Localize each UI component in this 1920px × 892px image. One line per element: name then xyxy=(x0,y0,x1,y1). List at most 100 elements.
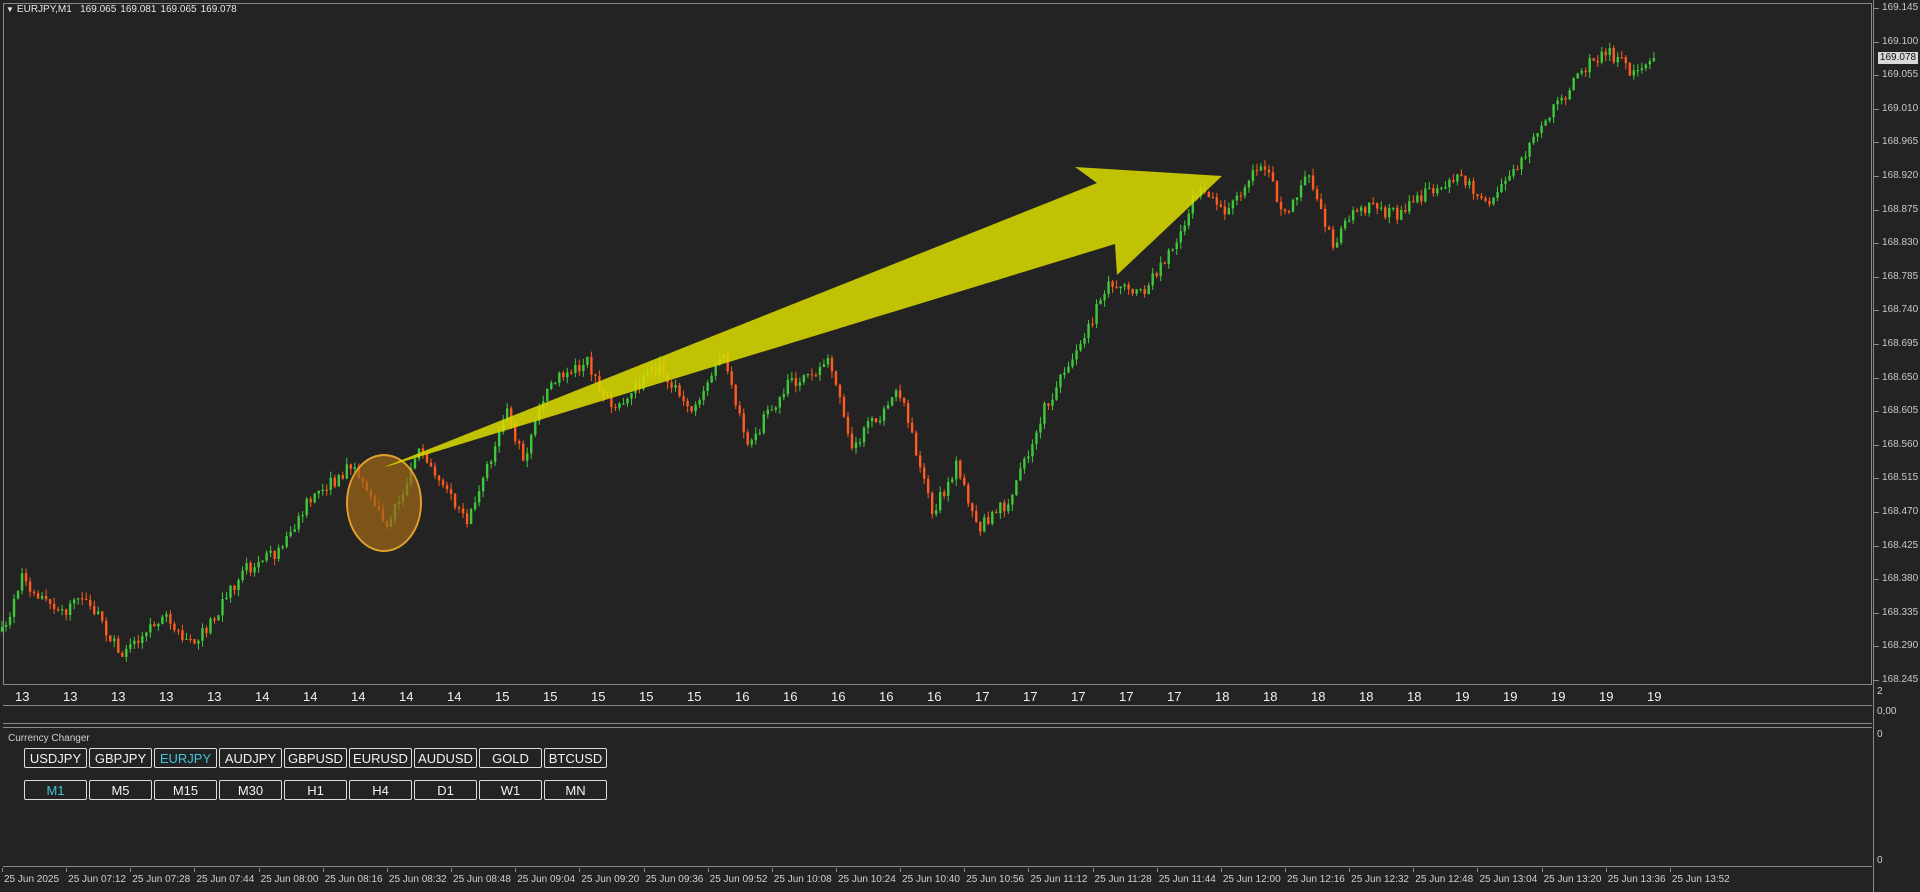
bull-candle xyxy=(225,597,228,600)
bull-candle xyxy=(1339,228,1343,243)
bear-candle xyxy=(1516,168,1519,171)
hour-strip: 13 13 13 13 13 14 14 14 14 14 15 15 15 15 15 16 16 16 16 16… xyxy=(3,686,1872,706)
bull-candle xyxy=(489,461,493,464)
timeframe-button-d1[interactable]: D1 xyxy=(414,780,477,800)
bear-candle xyxy=(1476,193,1479,197)
bull-candle xyxy=(1147,285,1150,294)
bull-candle xyxy=(870,418,874,422)
bull-candle xyxy=(698,400,701,405)
bull-candle xyxy=(321,489,324,492)
time-label: 25 Jun 08:00 xyxy=(260,874,319,885)
bull-candle xyxy=(133,640,136,645)
hour-label: 19 xyxy=(1551,689,1566,704)
hour-label: 16 xyxy=(831,689,846,704)
bear-candle xyxy=(181,630,184,640)
timeframe-button-h4[interactable]: H4 xyxy=(349,780,412,800)
price-chart[interactable] xyxy=(0,0,1873,686)
collapse-triangle-icon[interactable]: ▼ xyxy=(6,5,14,14)
time-label: 25 Jun 09:36 xyxy=(645,874,704,885)
symbol-name: EURJPY,M1 xyxy=(16,4,72,15)
timeframe-button-m15[interactable]: M15 xyxy=(154,780,217,800)
price-tick xyxy=(1874,579,1879,581)
currency-button-gbpjpy[interactable]: GBPJPY xyxy=(89,748,152,768)
time-label: 25 Jun 07:28 xyxy=(132,874,191,885)
bull-candle xyxy=(209,618,212,634)
bear-candle xyxy=(333,477,336,487)
bear-candle xyxy=(967,484,970,504)
bear-candle xyxy=(834,371,838,385)
bull-candle xyxy=(798,382,802,386)
timeframe-button-m5[interactable]: M5 xyxy=(89,780,152,800)
currency-button-audusd[interactable]: AUDUSD xyxy=(414,748,477,768)
bear-candle xyxy=(838,384,842,398)
bull-candle xyxy=(750,440,753,445)
bull-candle xyxy=(469,509,473,524)
bull-candle xyxy=(1299,185,1303,198)
timeframe-button-m1[interactable]: M1 xyxy=(24,780,87,800)
bull-candle xyxy=(758,432,761,435)
bull-candle xyxy=(157,623,160,627)
timeframe-button-h1[interactable]: H1 xyxy=(284,780,347,800)
bull-candle xyxy=(586,356,589,365)
bear-candle xyxy=(1376,203,1379,209)
bull-candle xyxy=(1548,117,1551,121)
bear-candle xyxy=(213,618,216,621)
panel-title: Currency Changer xyxy=(8,733,90,744)
currency-button-gbpusd[interactable]: GBPUSD xyxy=(284,748,347,768)
price-tick xyxy=(1874,310,1879,312)
bear-candle xyxy=(1412,201,1415,203)
bear-candle xyxy=(518,441,521,444)
timeframe-button-w1[interactable]: W1 xyxy=(479,780,542,800)
bull-candle xyxy=(766,409,769,415)
hour-label: 17 xyxy=(1119,689,1134,704)
bull-candle xyxy=(1492,197,1495,205)
sub-panel-scale-label: 2 xyxy=(1877,686,1883,697)
bear-candle xyxy=(975,511,978,522)
currency-button-eurjpy[interactable]: EURJPY xyxy=(154,748,217,768)
bull-candle xyxy=(297,516,300,530)
currency-button-audjpy[interactable]: AUDJPY xyxy=(219,748,282,768)
bear-candle xyxy=(1355,210,1359,212)
bull-candle xyxy=(337,475,340,487)
bull-candle xyxy=(1035,432,1038,445)
price-tick-label: 168.875 xyxy=(1882,203,1919,215)
bull-candle xyxy=(1019,468,1022,481)
bear-candle xyxy=(1363,207,1367,214)
timeframe-button-mn[interactable]: MN xyxy=(544,780,607,800)
bull-candle xyxy=(413,458,417,469)
bull-candle xyxy=(197,640,200,644)
hour-label: 19 xyxy=(1503,689,1518,704)
bull-candle xyxy=(1095,304,1098,324)
timeframe-button-m30[interactable]: M30 xyxy=(219,780,282,800)
time-tick xyxy=(1156,868,1158,872)
bull-candle xyxy=(882,408,886,421)
bull-candle xyxy=(854,442,858,449)
time-label: 25 Jun 13:52 xyxy=(1671,874,1730,885)
bull-candle xyxy=(674,385,677,388)
bear-candle xyxy=(1628,63,1632,76)
bull-candle xyxy=(782,394,786,398)
time-tick xyxy=(258,868,260,872)
bull-candle xyxy=(4,624,8,627)
bull-candle xyxy=(1075,350,1078,360)
hour-label: 15 xyxy=(543,689,558,704)
bear-candle xyxy=(690,406,693,412)
hour-label: 13 xyxy=(207,689,222,704)
currency-button-eurusd[interactable]: EURUSD xyxy=(349,748,412,768)
bear-candle xyxy=(1396,207,1399,220)
bull-candle xyxy=(1303,176,1307,186)
bull-candle xyxy=(317,490,320,494)
bull-candle xyxy=(1544,120,1547,126)
currency-button-gold[interactable]: GOLD xyxy=(479,748,542,768)
hour-label: 16 xyxy=(783,689,798,704)
bear-candle xyxy=(906,402,910,423)
bear-candle xyxy=(457,507,461,509)
price-tick xyxy=(1874,276,1879,278)
bear-candle xyxy=(846,416,850,434)
bear-candle xyxy=(1432,188,1435,194)
currency-button-usdjpy[interactable]: USDJPY xyxy=(24,748,87,768)
bull-candle xyxy=(1183,225,1186,232)
bear-candle xyxy=(910,422,914,433)
ohlc-values: 169.065 169.081 169.065 169.078 xyxy=(75,4,241,15)
currency-button-btcusd[interactable]: BTCUSD xyxy=(544,748,607,768)
